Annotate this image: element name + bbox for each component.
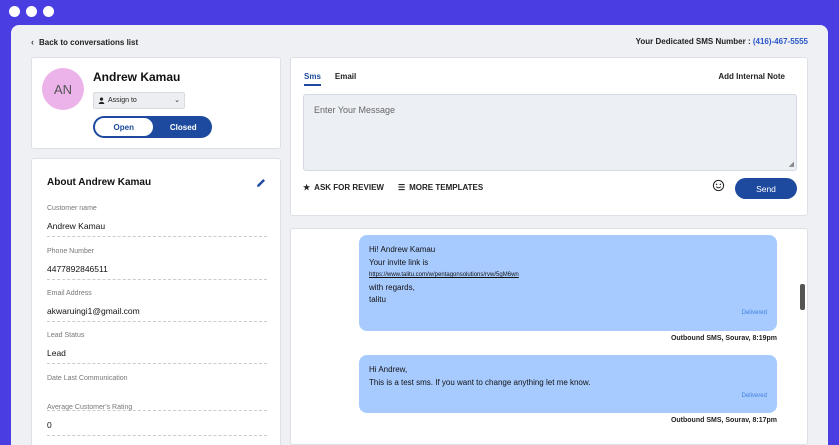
message-input[interactable]: Enter Your Message ◢ (303, 94, 797, 171)
message-line: with regards, (369, 282, 415, 292)
invite-link[interactable]: https://www.talitu.com/w/pentagonsolutio… (369, 269, 767, 282)
pencil-icon[interactable] (255, 177, 267, 189)
field-customer-name: Customer name Andrew Kamau (47, 205, 267, 237)
top-bar: ‹ Back to conversations list Your Dedica… (11, 25, 828, 57)
browser-frame: ‹ Back to conversations list Your Dedica… (0, 0, 839, 445)
message-thread: Hi! Andrew Kamau Your invite link is htt… (290, 228, 808, 445)
status-closed-option[interactable]: Closed (155, 116, 213, 138)
about-title: About Andrew Kamau (47, 177, 152, 188)
back-link-label: Back to conversations list (39, 37, 139, 47)
message-bubble: Hi Andrew, This is a test sms. If you wa… (359, 355, 777, 413)
field-lead-status: Lead Status Lead (47, 332, 267, 364)
message-line: talitu (369, 295, 386, 304)
list-icon: ☰ (397, 183, 406, 192)
app-window: ‹ Back to conversations list Your Dedica… (11, 25, 828, 445)
field-label: Phone Number (47, 248, 95, 255)
resize-handle-icon[interactable]: ◢ (789, 160, 794, 168)
delivered-status: Delivered (741, 309, 767, 316)
sms-number-value: (416)-467-5555 (752, 37, 808, 46)
tab-sms[interactable]: Sms (304, 72, 321, 86)
back-link[interactable]: ‹ Back to conversations list (31, 37, 138, 47)
field-value: Lead (47, 348, 267, 364)
message-line: Hi Andrew, (369, 365, 408, 374)
more-templates-label: MORE TEMPLATES (409, 183, 484, 192)
chevron-down-icon: ⌄ (174, 97, 180, 104)
tab-email[interactable]: Email (335, 72, 356, 86)
status-open-option[interactable]: Open (94, 117, 154, 137)
contact-name: Andrew Kamau (93, 70, 181, 84)
star-icon: ★ (303, 183, 311, 192)
compose-actions: ★ ASK FOR REVIEW ☰ MORE TEMPLATES (303, 183, 483, 192)
thread-scrollbar[interactable] (800, 284, 805, 310)
sms-number: Your Dedicated SMS Number : (416)-467-55… (636, 37, 808, 46)
field-label: Email Address (47, 290, 92, 297)
user-icon (98, 97, 105, 104)
more-templates-button[interactable]: ☰ MORE TEMPLATES (398, 183, 483, 192)
avatar: AN (42, 68, 84, 110)
field-label: Lead Status (47, 332, 85, 339)
field-value: 4477892846511 (47, 264, 267, 280)
send-button[interactable]: Send (735, 178, 797, 199)
message-placeholder: Enter Your Message (314, 105, 396, 115)
assign-label: Assign to (108, 97, 137, 104)
field-label: Date Last Communication (47, 375, 128, 382)
field-email-address: Email Address akwaruingi1@gmail.com (47, 290, 267, 322)
delivered-status: Delivered (741, 392, 767, 399)
message-line: This is a test sms. If you want to chang… (369, 377, 591, 387)
field-phone-number: Phone Number 4477892846511 (47, 248, 267, 280)
message-bubble: Hi! Andrew Kamau Your invite link is htt… (359, 235, 777, 331)
ask-for-review-button[interactable]: ★ ASK FOR REVIEW (303, 183, 384, 192)
sms-number-label: Your Dedicated SMS Number : (635, 37, 751, 46)
field-label: Customer name (47, 205, 97, 212)
message-meta: Outbound SMS, Sourav, 8:19pm (670, 335, 777, 342)
compose-tabs: Sms Email (304, 72, 356, 86)
window-dot-1 (9, 6, 20, 17)
compose-card: Sms Email Add Internal Note Enter Your M… (290, 57, 808, 216)
chevron-left-icon: ‹ (31, 37, 34, 47)
field-value: 0 (47, 420, 267, 436)
field-value: akwaruingi1@gmail.com (47, 306, 267, 322)
assign-dropdown[interactable]: Assign to ⌄ (93, 92, 185, 109)
field-average-rating: Average Customer's Rating 0 (47, 404, 267, 436)
status-toggle: Open Closed (93, 116, 212, 138)
field-label: Average Customer's Rating (47, 404, 133, 411)
message-meta: Outbound SMS, Sourav, 8:17pm (670, 417, 777, 424)
window-dot-3 (43, 6, 54, 17)
message-line: Your invite link is (369, 257, 429, 267)
profile-card: AN Andrew Kamau Assign to ⌄ Open Closed (31, 57, 281, 149)
message-line: Hi! Andrew Kamau (369, 245, 436, 254)
emoji-icon[interactable] (712, 179, 725, 192)
window-dots (9, 6, 54, 17)
ask-for-review-label: ASK FOR REVIEW (314, 183, 384, 192)
field-value: Andrew Kamau (47, 221, 267, 237)
window-dot-2 (26, 6, 37, 17)
about-card: About Andrew Kamau Customer name Andrew … (31, 158, 281, 445)
add-internal-note-button[interactable]: Add Internal Note (718, 72, 785, 81)
